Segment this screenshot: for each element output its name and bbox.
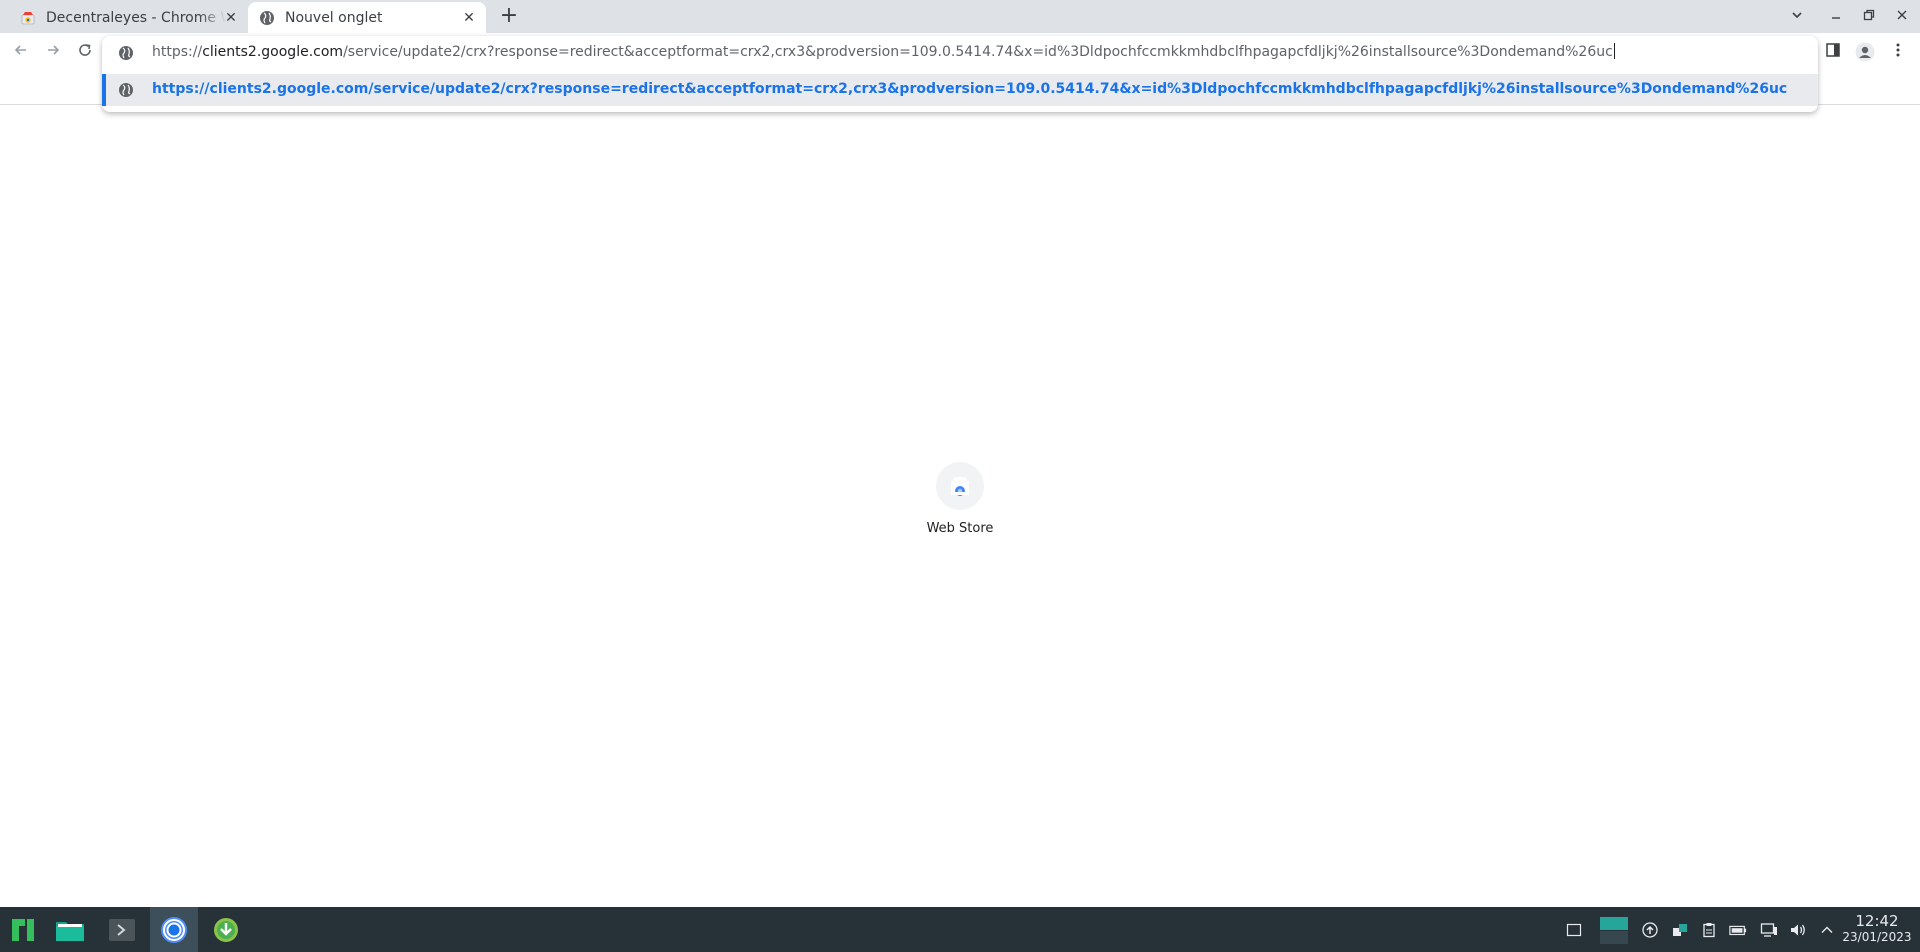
reload-button[interactable] [73, 41, 97, 65]
selection-indicator [102, 74, 106, 106]
show-desktop-icon[interactable] [1565, 921, 1583, 939]
clock-time: 12:42 [1855, 912, 1899, 930]
arrow-left-icon [14, 45, 26, 55]
address-input[interactable]: https://clients2.google.com/service/upda… [152, 43, 1615, 60]
terminal-icon [109, 918, 135, 941]
network-icon[interactable] [1760, 921, 1778, 939]
minimize-icon[interactable] [1827, 8, 1845, 26]
close-icon[interactable]: ✕ [222, 9, 240, 27]
chrome-taskbar-button[interactable] [150, 907, 198, 952]
url-path: /service/update2/crx?response=redirect&a… [343, 44, 1613, 60]
profile-avatar[interactable] [1854, 42, 1876, 64]
windows-icon[interactable] [1671, 921, 1689, 939]
folder-icon [56, 921, 84, 941]
tab-title: Nouvel onglet [285, 9, 383, 26]
update-icon[interactable] [1641, 921, 1659, 939]
kebab-menu-icon[interactable] [1887, 42, 1909, 64]
shortcut-label: Web Store [926, 521, 994, 536]
tab-new-tab[interactable]: Nouvel onglet ✕ [248, 2, 486, 33]
side-panel-icon[interactable] [1822, 42, 1844, 64]
omnibox-popup: https://clients2.google.com/service/upda… [102, 36, 1818, 112]
arrow-right-icon [48, 45, 60, 55]
forward-button[interactable] [41, 41, 65, 65]
file-manager-button[interactable] [50, 907, 90, 952]
tab-search-chevron-icon[interactable] [1788, 8, 1806, 26]
suggestion-url: https://clients2.google.com/service/upda… [152, 81, 1788, 97]
manjaro-menu-button[interactable] [6, 907, 40, 952]
tab-decentraleyes[interactable]: Decentraleyes - Chrome Web Store ✕ [0, 2, 246, 33]
terminal-button[interactable] [102, 907, 142, 952]
tab-strip: Decentraleyes - Chrome Web Store ✕ Nouve… [0, 0, 1920, 33]
download-icon [214, 917, 238, 942]
globe-icon [118, 45, 134, 61]
manjaro-logo-icon [12, 918, 34, 941]
shortcut-web-store[interactable]: Web Store [920, 462, 1000, 546]
reload-icon [79, 44, 91, 56]
text-caret [1613, 43, 1615, 59]
web-store-icon [936, 462, 984, 510]
volume-icon[interactable] [1789, 921, 1807, 939]
omnibox-suggestion[interactable]: https://clients2.google.com/service/upda… [102, 74, 1818, 106]
chrome-icon [161, 916, 187, 943]
globe-icon [118, 82, 134, 98]
address-bar[interactable]: https://clients2.google.com/service/upda… [102, 36, 1818, 70]
chrome-web-store-icon [20, 10, 36, 26]
clock-date: 23/01/2023 [1842, 930, 1912, 944]
tab-title: Decentraleyes - Chrome Web Store [46, 9, 226, 26]
close-icon[interactable]: ✕ [460, 9, 478, 27]
workspace-switcher[interactable] [1600, 915, 1628, 945]
back-button[interactable] [9, 41, 33, 65]
restore-icon[interactable] [1860, 8, 1878, 26]
close-window-icon[interactable] [1893, 8, 1911, 26]
url-host: clients2.google.com [202, 44, 344, 60]
chevron-up-icon[interactable] [1818, 921, 1836, 939]
globe-icon [259, 10, 275, 26]
url-scheme: https:// [152, 44, 203, 60]
taskbar: 12:42 23/01/2023 [0, 907, 1920, 952]
screen: Decentraleyes - Chrome Web Store ✕ Nouve… [0, 0, 1920, 952]
new-tab-button[interactable]: + [498, 5, 520, 28]
download-manager-button[interactable] [208, 907, 244, 952]
battery-icon[interactable] [1729, 921, 1747, 939]
clipboard-icon[interactable] [1700, 921, 1718, 939]
clock[interactable]: 12:42 23/01/2023 [1840, 912, 1914, 945]
